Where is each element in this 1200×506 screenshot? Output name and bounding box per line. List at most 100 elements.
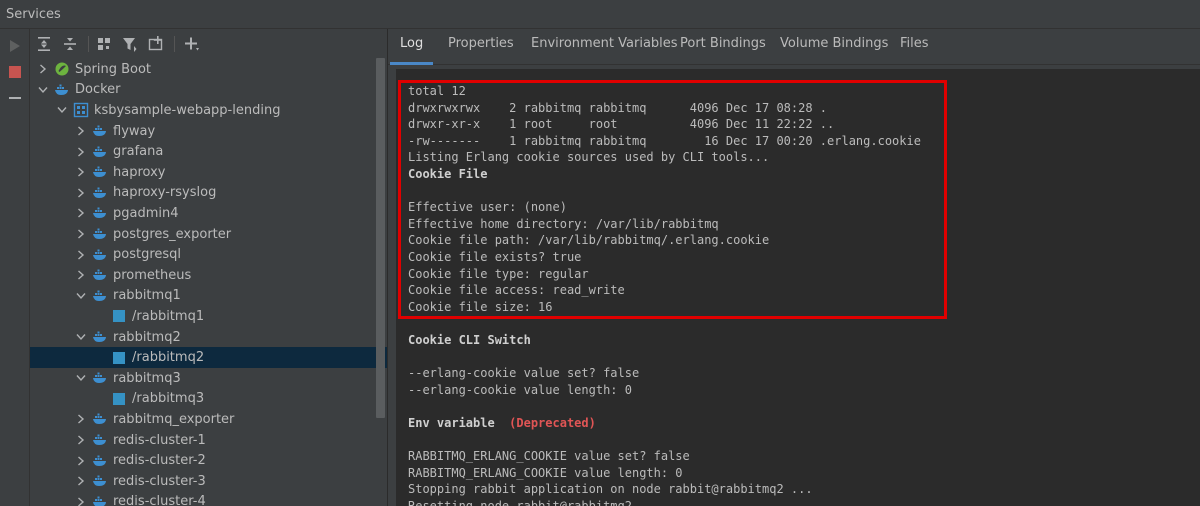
chevron-right-icon[interactable] xyxy=(38,64,48,74)
tree-item[interactable]: grafana xyxy=(30,141,387,162)
tab-files[interactable]: Files xyxy=(890,29,939,65)
docker-service-icon xyxy=(92,144,108,160)
tree-item-label: /rabbitmq1 xyxy=(132,308,205,324)
tree-item[interactable]: redis-cluster-1 xyxy=(30,430,387,451)
tab-port-bindings[interactable]: Port Bindings xyxy=(670,29,776,65)
tree-item[interactable]: rabbitmq1 xyxy=(30,286,387,307)
log-line: RABBITMQ_ERLANG_COOKIE value length: 0 xyxy=(408,465,921,482)
chevron-right-icon[interactable] xyxy=(76,126,86,136)
docker-service-icon xyxy=(92,185,108,201)
chevron-down-icon[interactable] xyxy=(57,105,67,115)
docker-service-icon xyxy=(92,494,108,506)
container-icon xyxy=(111,308,127,324)
log-line-text: Env variable xyxy=(408,415,495,430)
tree-item[interactable]: rabbitmq_exporter xyxy=(30,409,387,430)
window-title: Services xyxy=(6,7,61,22)
chevron-right-icon[interactable] xyxy=(76,476,86,486)
chevron-right-icon[interactable] xyxy=(76,167,86,177)
chevron-down-icon[interactable] xyxy=(76,373,86,383)
tree-item-label: rabbitmq_exporter xyxy=(113,411,235,427)
tree-item[interactable]: Docker xyxy=(30,80,387,101)
collapse-all-icon[interactable] xyxy=(60,34,80,54)
docker-icon xyxy=(54,82,70,98)
tree-item-label: flyway xyxy=(113,123,156,139)
new-tab-icon[interactable] xyxy=(146,34,166,54)
log-line-text: Resetting node rabbit@rabbitmq2 xyxy=(408,498,632,506)
tab-properties[interactable]: Properties xyxy=(438,29,524,65)
chevron-right-icon[interactable] xyxy=(76,435,86,445)
filter-icon[interactable] xyxy=(120,34,140,54)
tree-item-label: grafana xyxy=(113,144,164,160)
docker-service-icon xyxy=(92,329,108,345)
docker-service-icon xyxy=(92,247,108,263)
log-line: Env variable (Deprecated) xyxy=(408,415,921,432)
docker-service-icon xyxy=(92,123,108,139)
container-icon xyxy=(111,350,127,366)
services-tree: Spring Boot Docker ksbysample-webapp-lendi… xyxy=(30,59,387,506)
deprecated-label: (Deprecated) xyxy=(494,415,596,430)
tree-item[interactable]: redis-cluster-2 xyxy=(30,450,387,471)
tree-item-label: rabbitmq2 xyxy=(113,329,181,345)
run-icon[interactable] xyxy=(6,37,24,55)
group-by-icon[interactable] xyxy=(94,34,114,54)
log-line-text: Stopping rabbit application on node rabb… xyxy=(408,482,813,497)
tree-item-label: prometheus xyxy=(113,267,192,283)
chevron-down-icon[interactable] xyxy=(38,85,48,95)
stop-icon[interactable] xyxy=(6,63,24,81)
tree-item[interactable]: redis-cluster-3 xyxy=(30,471,387,492)
tree-scrollbar[interactable] xyxy=(376,58,385,418)
chevron-right-icon[interactable] xyxy=(76,250,86,260)
chevron-right-icon[interactable] xyxy=(76,497,86,506)
tab-environment-variables[interactable]: Environment Variables xyxy=(521,29,688,65)
log-line: Stopping rabbit application on node rabb… xyxy=(408,481,921,498)
tree-item[interactable]: flyway xyxy=(30,121,387,142)
toolbar-separator xyxy=(88,36,89,52)
tree-item[interactable]: postgresql xyxy=(30,244,387,265)
tree-item[interactable]: redis-cluster-4 xyxy=(30,492,387,506)
tree-item[interactable]: postgres_exporter xyxy=(30,224,387,245)
chevron-down-icon[interactable] xyxy=(76,291,86,301)
chevron-right-icon[interactable] xyxy=(76,414,86,425)
chevron-right-icon[interactable] xyxy=(76,270,86,280)
chevron-down-icon[interactable] xyxy=(76,332,86,342)
tree-item-label: postgresql xyxy=(113,247,182,263)
chevron-right-icon[interactable] xyxy=(76,147,86,157)
left-toolbar xyxy=(0,29,30,506)
chevron-right-icon[interactable] xyxy=(76,208,86,219)
tree-item-label: haproxy xyxy=(113,164,166,180)
docker-service-icon xyxy=(92,164,108,180)
tree-item-label: ksbysample-webapp-lending xyxy=(94,102,281,118)
tree-item[interactable]: rabbitmq3 xyxy=(30,368,387,389)
tree-item[interactable]: rabbitmq2 xyxy=(30,327,387,348)
chevron-right-icon[interactable] xyxy=(76,188,86,198)
chevron-right-icon[interactable] xyxy=(76,229,86,239)
docker-service-icon xyxy=(92,226,108,242)
tree-item[interactable]: /rabbitmq3 xyxy=(30,389,387,410)
tree-item[interactable]: haproxy xyxy=(30,162,387,183)
spring-boot-icon xyxy=(54,61,70,77)
add-service-icon[interactable] xyxy=(182,34,202,54)
tree-item[interactable]: Spring Boot xyxy=(30,59,387,80)
detail-tabs: Log Properties Environment Variables Por… xyxy=(388,29,1200,65)
tab-log[interactable]: Log xyxy=(390,29,434,65)
tree-item[interactable]: haproxy-rsyslog xyxy=(30,183,387,204)
tree-item-label: pgadmin4 xyxy=(113,205,179,221)
tree-item[interactable]: prometheus xyxy=(30,265,387,286)
docker-service-icon xyxy=(92,411,108,427)
docker-service-icon xyxy=(92,473,108,489)
expand-all-icon[interactable] xyxy=(34,34,54,54)
log-line-text: RABBITMQ_ERLANG_COOKIE value set? false xyxy=(408,449,690,464)
tree-item[interactable]: /rabbitmq1 xyxy=(30,306,387,327)
compose-icon xyxy=(73,102,89,118)
tree-item[interactable]: pgadmin4 xyxy=(30,203,387,224)
tree-item-label: postgres_exporter xyxy=(113,226,232,242)
log-line-text: RABBITMQ_ERLANG_COOKIE value length: 0 xyxy=(408,465,683,480)
chevron-right-icon[interactable] xyxy=(76,456,86,466)
minimize-icon[interactable] xyxy=(6,89,24,107)
tree-item-label: Spring Boot xyxy=(75,61,152,77)
tab-volume-bindings[interactable]: Volume Bindings xyxy=(770,29,898,65)
tree-item[interactable]: ksbysample-webapp-lending xyxy=(30,100,387,121)
log-line: --erlang-cookie value set? false xyxy=(408,365,921,382)
tree-item[interactable]: /rabbitmq2 xyxy=(30,347,387,368)
